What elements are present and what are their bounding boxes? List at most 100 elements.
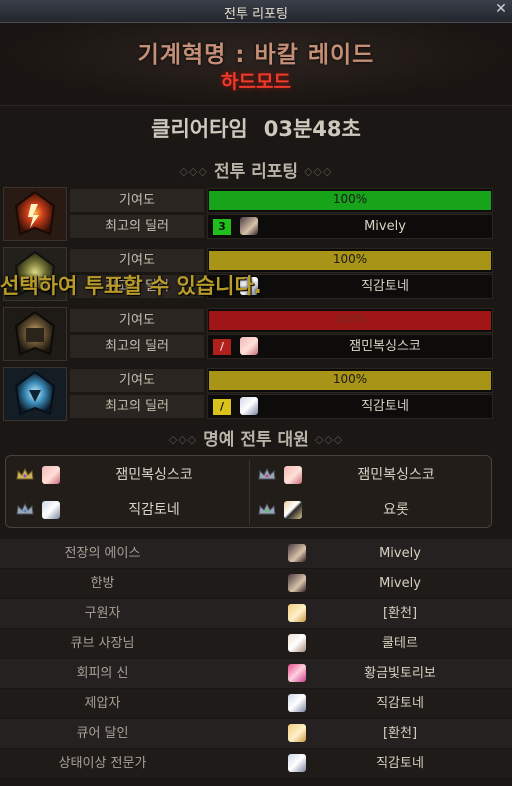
award-label: 상태이상 전문가 bbox=[58, 756, 147, 771]
section-decor-left: ◇◇◇ bbox=[168, 433, 198, 446]
contribution-row: 기여도 100% bbox=[69, 308, 493, 333]
contribution-value: 100% bbox=[332, 372, 368, 386]
avatar bbox=[42, 501, 60, 519]
dealer-cell[interactable]: / 직감토네 bbox=[207, 394, 493, 419]
honor-member-name: 잼민복싱스코 bbox=[357, 467, 435, 483]
avatar bbox=[42, 466, 60, 484]
dealer-label: 최고의 딜러 bbox=[69, 334, 205, 359]
award-row[interactable]: 한방 Mively bbox=[0, 569, 512, 599]
honor-members-panel: 잼민복싱스코 잼민복싱스코 직감토네 요롯 bbox=[5, 455, 492, 528]
dealer-cell[interactable]: / 잼민복싱스코 bbox=[207, 334, 493, 359]
window-title: 전투 리포팅 bbox=[224, 7, 288, 22]
award-label: 회피의 신 bbox=[76, 666, 129, 681]
avatar bbox=[288, 544, 306, 562]
avatar bbox=[288, 634, 306, 652]
section-decor-right: ◇◇◇ bbox=[304, 165, 333, 178]
clear-time-value: 03분48초 bbox=[263, 117, 361, 141]
award-recipient: Mively bbox=[379, 576, 421, 591]
honor-member-name: 잼민복싱스코 bbox=[115, 467, 193, 483]
award-row[interactable]: 상태이상 전문가 직감토네 bbox=[0, 749, 512, 779]
dealer-row: 최고의 딜러 / 직감토네 bbox=[69, 394, 493, 419]
honor-member[interactable]: 잼민복싱스코 bbox=[252, 458, 490, 492]
crown-icon bbox=[258, 503, 276, 515]
dealer-name: 직감토네 bbox=[361, 399, 409, 414]
award-label: 큐어 달인 bbox=[76, 726, 129, 741]
dealer-cell[interactable]: 3 Mively bbox=[207, 214, 493, 239]
dealer-name: 잼민복싱스코 bbox=[349, 339, 421, 354]
contribution-label: 기여도 bbox=[69, 188, 205, 213]
avatar bbox=[288, 604, 306, 622]
award-recipient: 직감토네 bbox=[376, 756, 424, 771]
contribution-value: 100% bbox=[332, 312, 368, 326]
contribution-label: 기여도 bbox=[69, 368, 205, 393]
honor-member[interactable]: 직감토네 bbox=[10, 493, 248, 527]
dealer-name: Mively bbox=[364, 219, 406, 234]
honor-member-name: 직감토네 bbox=[128, 502, 180, 518]
award-recipient: 황금빛토리보 bbox=[364, 666, 436, 681]
clear-time-label: 클리어타임 bbox=[151, 117, 248, 141]
raid-name: 기계혁명 : 바칼 레이드 bbox=[137, 42, 375, 68]
close-icon[interactable]: ✕ bbox=[493, 1, 509, 17]
raid-mode: 하드모드 bbox=[221, 71, 291, 93]
honor-member[interactable]: 요롯 bbox=[252, 493, 490, 527]
contribution-bar: 100% bbox=[207, 308, 493, 333]
avatar bbox=[288, 754, 306, 772]
ice-dragon-icon bbox=[3, 367, 67, 421]
contribution-row: 기여도 100% bbox=[69, 368, 493, 393]
award-row[interactable]: 큐어 달인 [환천] bbox=[0, 719, 512, 749]
honor-member[interactable]: 잼민복싱스코 bbox=[10, 458, 248, 492]
fire-dragon-icon bbox=[3, 187, 67, 241]
crown-icon bbox=[258, 468, 276, 480]
avatar bbox=[288, 574, 306, 592]
avatar bbox=[240, 217, 258, 235]
award-row[interactable]: 큐브 사장님 쿨테르 bbox=[0, 629, 512, 659]
avatar bbox=[240, 397, 258, 415]
honor-member-name: 요롯 bbox=[383, 502, 409, 518]
avatar bbox=[288, 724, 306, 742]
dealer-label: 최고의 딜러 bbox=[69, 214, 205, 239]
award-recipient: Mively bbox=[379, 546, 421, 561]
avatar bbox=[284, 501, 302, 519]
contribution-bar: 100% bbox=[207, 368, 493, 393]
award-label: 한방 bbox=[90, 576, 115, 591]
divider bbox=[249, 460, 250, 525]
raid-header: 기계혁명 : 바칼 레이드 하드모드 bbox=[0, 23, 512, 106]
award-label: 제압자 bbox=[84, 696, 121, 711]
boss-row: 기여도 100% 최고의 딜러 3 Mively bbox=[3, 187, 493, 243]
avatar bbox=[284, 466, 302, 484]
avatar bbox=[288, 664, 306, 682]
section-title-honor: ◇◇◇ 명예 전투 대원 ◇◇◇ bbox=[0, 425, 512, 450]
contribution-value: 100% bbox=[332, 192, 368, 206]
contribution-bar: 100% bbox=[207, 188, 493, 213]
dealer-row: 최고의 딜러 3 Mively bbox=[69, 214, 493, 239]
section-honor-label: 명예 전투 대원 bbox=[203, 430, 309, 450]
vote-overlay-message: 선택하여 투표할 수 있습니다. bbox=[0, 274, 262, 298]
award-row[interactable]: 구원자 [환천] bbox=[0, 599, 512, 629]
award-recipient: [환천] bbox=[382, 726, 418, 741]
award-label: 큐브 사장님 bbox=[70, 636, 135, 651]
boss-row: 기여도 100% 최고의 딜러 / 직감토네 bbox=[3, 367, 493, 423]
contribution-value: 100% bbox=[332, 252, 368, 266]
award-row[interactable]: 회피의 신 황금빛토리보 bbox=[0, 659, 512, 689]
contribution-label: 기여도 bbox=[69, 308, 205, 333]
section-decor-right: ◇◇◇ bbox=[314, 433, 344, 446]
clear-time: 클리어타임 03분48초 bbox=[0, 113, 512, 143]
dealer-row: 최고의 딜러 / 잼민복싱스코 bbox=[69, 334, 493, 359]
boss-row: 기여도 100% 최고의 딜러 / 잼민복싱스코 bbox=[3, 307, 493, 363]
dark-dragon-icon bbox=[3, 307, 67, 361]
award-label: 구원자 bbox=[84, 606, 121, 621]
dealer-label: 최고의 딜러 bbox=[69, 394, 205, 419]
avatar bbox=[240, 337, 258, 355]
section-title-report: ◇◇◇ 전투 리포팅 ◇◇◇ bbox=[0, 157, 512, 182]
dealer-rank-badge: / bbox=[213, 339, 231, 355]
section-decor-left: ◇◇◇ bbox=[179, 165, 208, 178]
award-recipient: 쿨테르 bbox=[382, 636, 418, 651]
section-report-label: 전투 리포팅 bbox=[213, 162, 299, 182]
dealer-rank-badge: 3 bbox=[213, 219, 231, 235]
award-label: 전장의 에이스 bbox=[64, 546, 141, 561]
award-row[interactable]: 제압자 직감토네 bbox=[0, 689, 512, 719]
crown-icon bbox=[16, 468, 34, 480]
award-row[interactable]: 전장의 에이스 Mively bbox=[0, 539, 512, 569]
contribution-row: 기여도 100% bbox=[69, 188, 493, 213]
award-recipient: [환천] bbox=[382, 606, 418, 621]
